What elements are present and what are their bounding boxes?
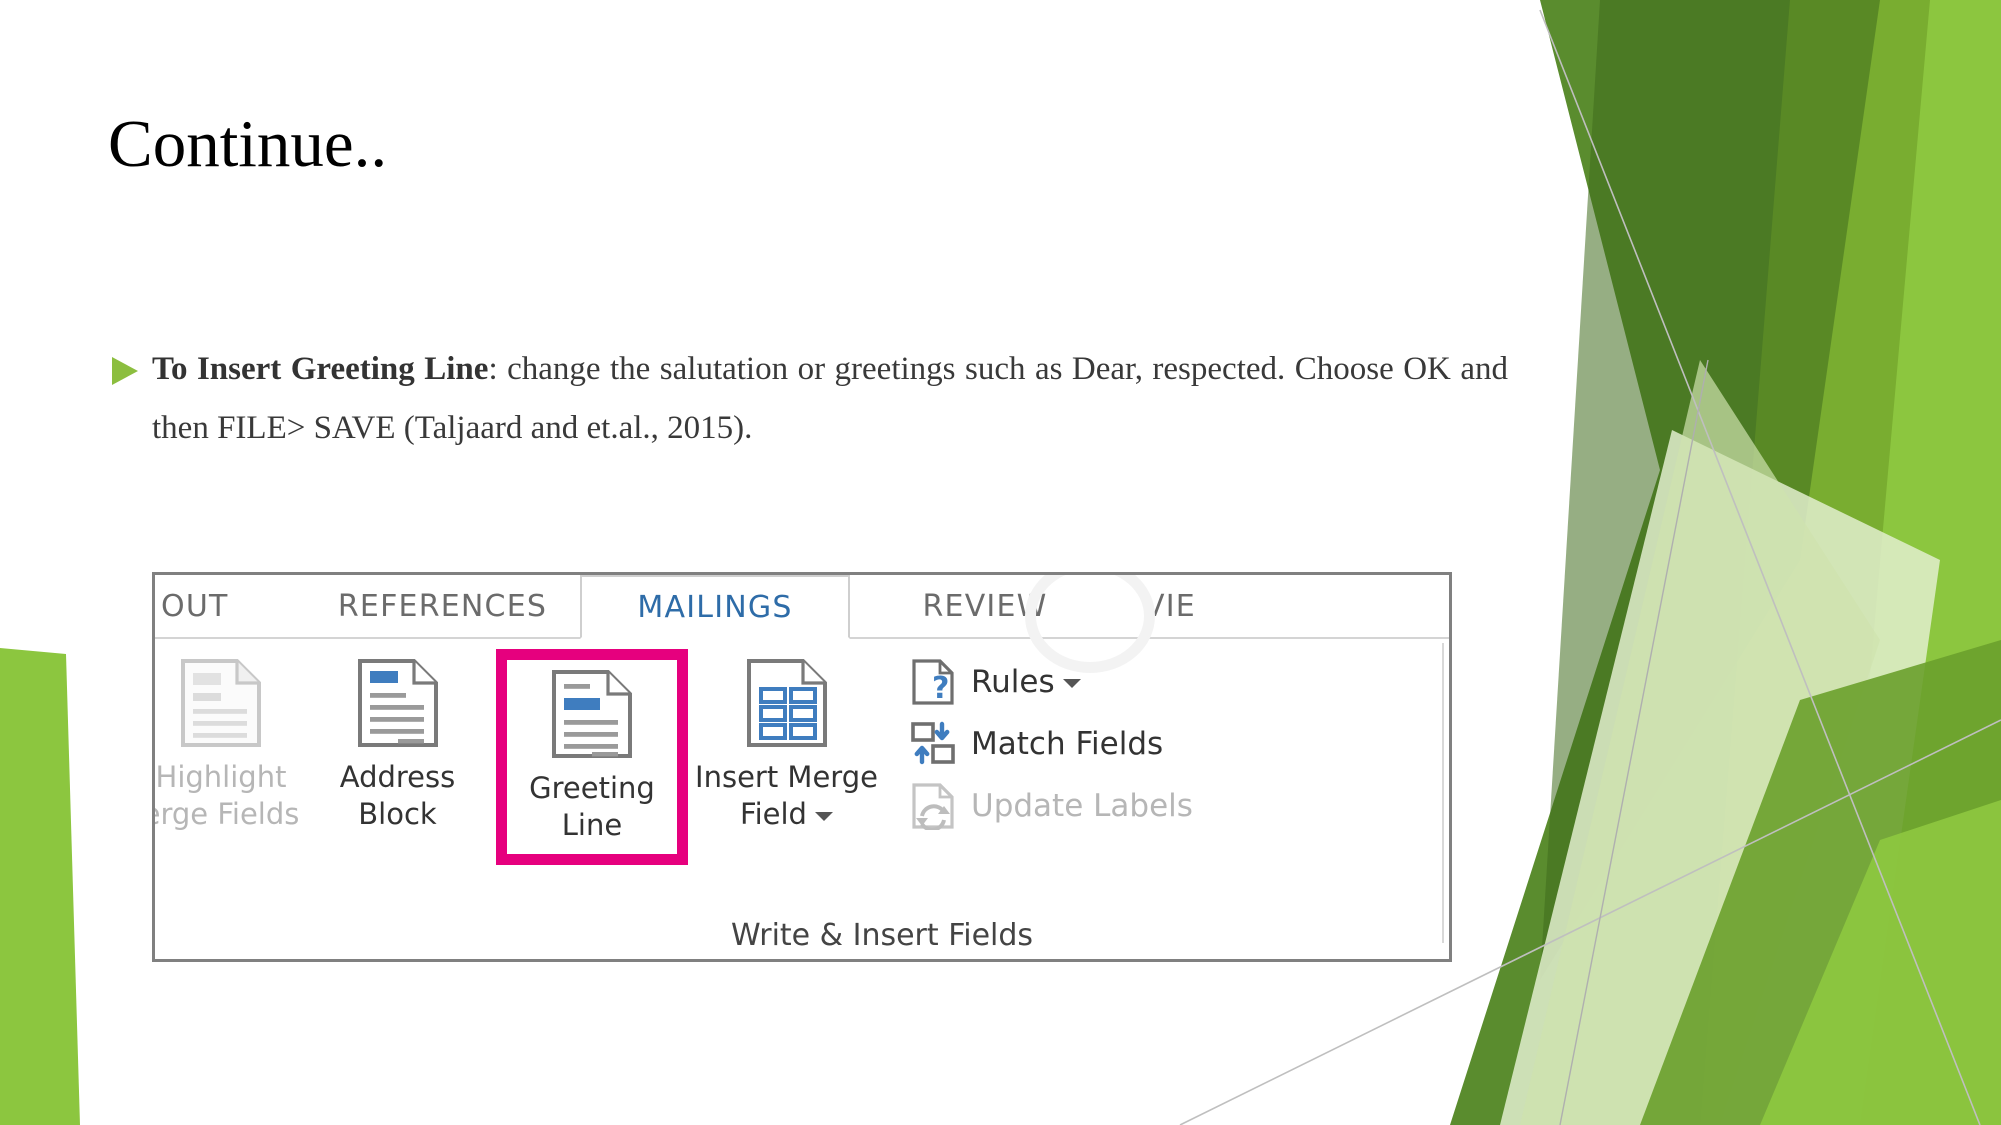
rules-label: Rules: [971, 664, 1081, 700]
greeting-line-label: Greeting Line: [529, 771, 655, 843]
tab-mailings[interactable]: MAILINGS: [580, 575, 850, 639]
ribbon-group-divider: [1442, 643, 1444, 943]
insert-merge-field-label: Insert Merge Field: [695, 760, 878, 832]
svg-text:?: ?: [932, 671, 949, 706]
ribbon-command-list: ? Rules Match Fields Update Labels: [907, 649, 1193, 833]
match-fields-icon: [907, 720, 959, 768]
ribbon-group-write-insert-fields: Highlight erge Fields Address Block Gree…: [152, 639, 1449, 959]
tab-references[interactable]: REFERENCES: [305, 575, 580, 637]
green-shape-mid-overlay: [1640, 640, 2001, 1125]
chevron-down-icon[interactable]: [814, 811, 833, 821]
page-title: Continue..: [108, 107, 388, 181]
hairline-diagonal-3: [1559, 359, 1709, 1125]
green-shape-deep-right: [1540, 0, 1880, 980]
greeting-line-button[interactable]: Greeting Line: [496, 649, 688, 866]
triangle-bullet-icon: [108, 340, 152, 388]
list-item: To Insert Greeting Line: change the salu…: [108, 340, 1508, 457]
rules-button[interactable]: ? Rules: [907, 655, 1193, 709]
hairline-diagonal-1: [1539, 9, 1981, 1125]
bullet-lead-text: To Insert Greeting Line: [152, 351, 489, 387]
address-block-label: Address Block: [339, 760, 456, 832]
green-shape-bottom-left: [0, 648, 80, 1125]
green-shape-pale-overlay: [1520, 360, 1880, 1125]
match-fields-label: Match Fields: [971, 726, 1164, 762]
address-block-button[interactable]: Address Block: [305, 649, 490, 833]
ribbon-tab-strip: OUT REFERENCES MAILINGS REVIEW VIE: [155, 575, 1449, 673]
green-shape-mid-right: [1700, 0, 2001, 1125]
match-fields-button[interactable]: Match Fields: [907, 717, 1193, 771]
bullet-paragraph: To Insert Greeting Line: change the salu…: [152, 340, 1508, 457]
slide-body: To Insert Greeting Line: change the salu…: [108, 340, 1508, 457]
insert-merge-field-button[interactable]: Insert Merge Field: [694, 649, 879, 833]
ribbon-group-label: Write & Insert Fields: [730, 918, 1034, 953]
refresh-document-icon: [907, 782, 959, 830]
green-shape-pale-right: [1500, 430, 1940, 1125]
green-shape-bright-right: [1830, 0, 2001, 1125]
document-lines-icon: [177, 655, 265, 751]
document-question-icon: ?: [907, 658, 959, 706]
document-address-icon: [354, 655, 442, 751]
chevron-down-icon[interactable]: [1062, 679, 1081, 688]
document-grid-icon: [743, 655, 831, 751]
document-greeting-icon: [548, 666, 636, 762]
word-ribbon-screenshot: OUT REFERENCES MAILINGS REVIEW VIE Highl…: [152, 572, 1452, 962]
update-labels-button[interactable]: Update Labels: [907, 779, 1193, 833]
highlight-merge-fields-label: Highlight erge Fields: [152, 760, 300, 832]
update-labels-label: Update Labels: [971, 788, 1193, 824]
green-shape-dark-right: [1450, 0, 2001, 1125]
green-shape-light-overlay: [1760, 800, 2001, 1125]
highlight-merge-fields-button[interactable]: Highlight erge Fields: [152, 649, 305, 833]
tab-layout[interactable]: OUT: [155, 575, 305, 637]
